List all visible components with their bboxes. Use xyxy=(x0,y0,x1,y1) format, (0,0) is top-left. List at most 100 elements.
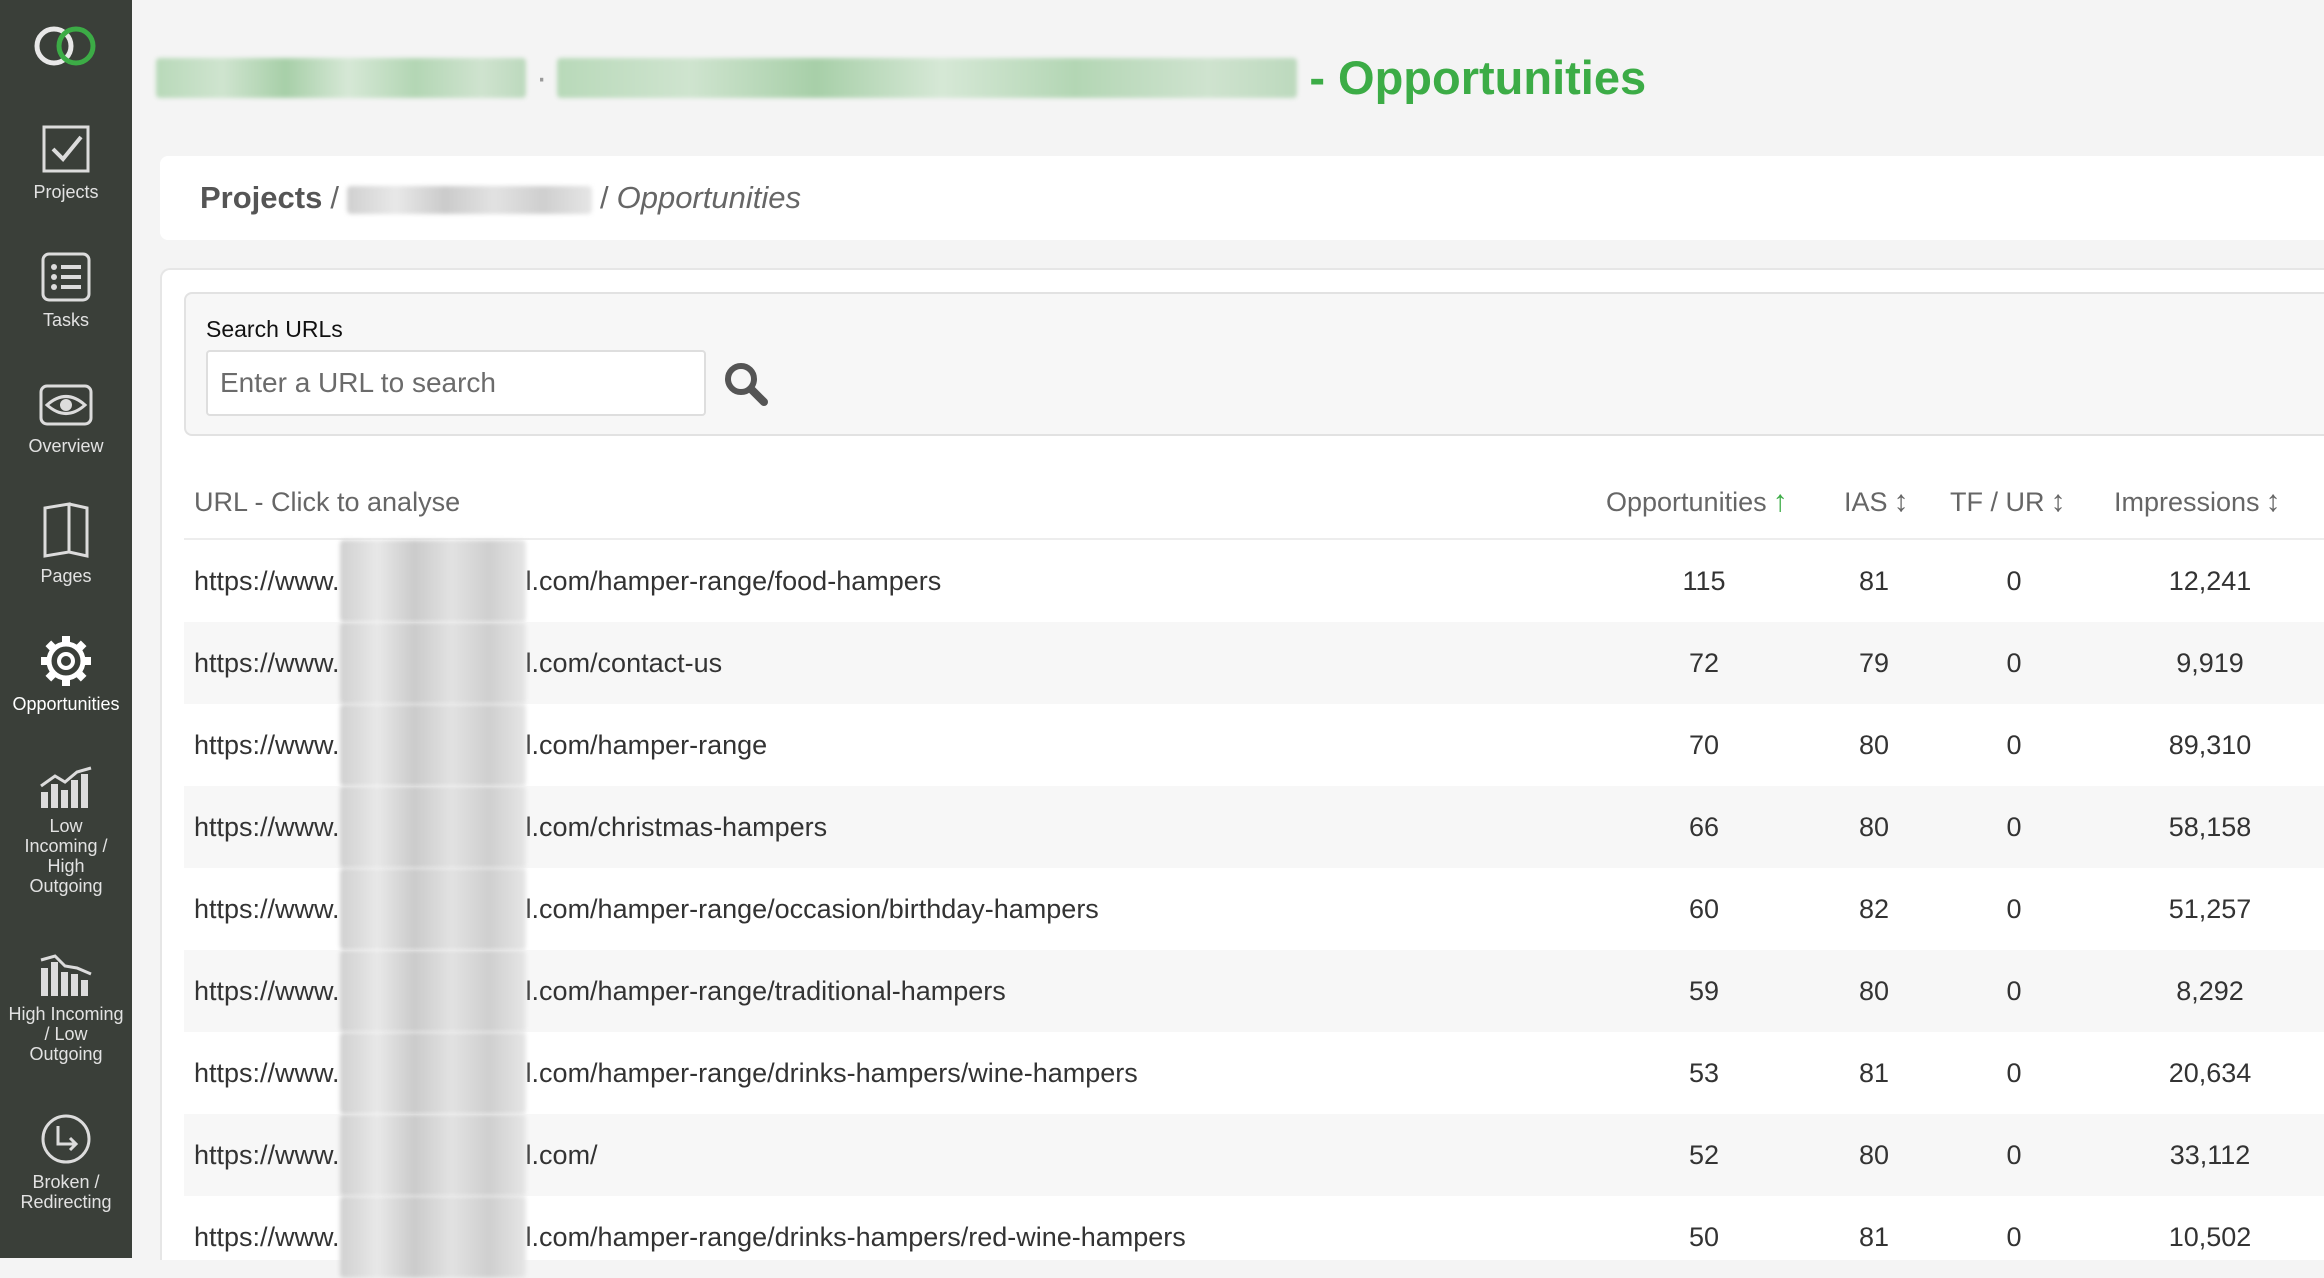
sidebar-item-label: Opportunities xyxy=(12,694,120,714)
url-link[interactable]: https://www. l.com/hamper-range/tradition… xyxy=(194,950,1006,1032)
sidebar-item-overview[interactable]: Overview xyxy=(0,380,132,456)
opportunities-cell: 59 xyxy=(1688,976,1720,1006)
table-row: https://www. l.com/hamper-range 70 80 0 8… xyxy=(184,704,2324,786)
search-icon[interactable] xyxy=(722,360,768,406)
sidebar-item-label: Projects xyxy=(33,182,99,202)
sidebar-item-label: Pages xyxy=(40,566,92,586)
url-path: l.com/christmas-hampers xyxy=(525,812,828,842)
breadcrumb-project-link[interactable] xyxy=(346,185,592,214)
tf-ur-cell: 0 xyxy=(2006,1140,2022,1170)
opportunities-cell: 72 xyxy=(1688,648,1720,678)
impressions-cell: 12,241 xyxy=(2168,566,2252,596)
sidebar-item-tasks[interactable]: Tasks xyxy=(0,250,132,330)
infinity-logo-icon[interactable] xyxy=(28,18,104,74)
table-header: URL - Click to analyse Opportunities ↑ IA… xyxy=(184,466,2324,540)
column-header-tf-ur[interactable]: TF / UR ↕ xyxy=(1950,466,2066,538)
redacted-domain xyxy=(339,950,526,1032)
url-prefix: https://www. xyxy=(194,1058,340,1088)
url-prefix: https://www. xyxy=(194,730,340,760)
search-panel: Search URLs xyxy=(184,292,2324,436)
tf-ur-cell: 0 xyxy=(2006,1058,2022,1088)
column-header-ias[interactable]: IAS ↕ xyxy=(1844,466,1909,538)
pages-icon xyxy=(43,502,89,558)
table-row: https://www. l.com/hamper-range/tradition… xyxy=(184,950,2324,1032)
checkbox-icon xyxy=(42,125,90,173)
breadcrumb: Projects / / Opportunities xyxy=(160,156,2324,240)
tf-ur-cell: 0 xyxy=(2006,976,2022,1006)
sidebar-item-high-incoming-low-outgoing[interactable]: High Incoming / Low Outgoing xyxy=(0,954,132,1064)
sidebar-item-label: Low Incoming / High Outgoing xyxy=(24,816,108,896)
ias-cell: 81 xyxy=(1858,1058,1890,1088)
url-prefix: https://www. xyxy=(194,1222,340,1252)
url-path: l.com/hamper-range xyxy=(525,730,768,760)
opportunities-cell: 50 xyxy=(1688,1222,1720,1252)
bar-chart-icon xyxy=(40,766,92,808)
url-path: l.com/hamper-range/food-hampers xyxy=(525,566,942,596)
ias-cell: 80 xyxy=(1858,812,1890,842)
url-link[interactable]: https://www. l.com/hamper-range/drinks-ha… xyxy=(194,1196,1186,1278)
tf-ur-cell: 0 xyxy=(2006,730,2022,760)
list-icon xyxy=(41,252,91,302)
redacted-project-url xyxy=(557,57,1298,98)
url-prefix: https://www. xyxy=(194,648,340,678)
impressions-cell: 58,158 xyxy=(2168,812,2252,842)
sidebar: Projects Tasks Overview Pages Opportunit… xyxy=(0,0,132,1258)
table-row: https://www. l.com/hamper-range/drinks-ha… xyxy=(184,1196,2324,1278)
url-link[interactable]: https://www. l.com/hamper-range/occasion/… xyxy=(194,868,1099,950)
tf-ur-cell: 0 xyxy=(2006,1222,2022,1252)
opportunities-cell: 53 xyxy=(1688,1058,1720,1088)
column-header-opportunities[interactable]: Opportunities ↑ xyxy=(1606,466,1788,538)
impressions-cell: 10,502 xyxy=(2168,1222,2252,1252)
url-path: l.com/hamper-range/drinks-hampers/red-wi… xyxy=(525,1222,1186,1252)
url-path: l.com/hamper-range/drinks-hampers/wine-h… xyxy=(525,1058,1138,1088)
impressions-cell: 20,634 xyxy=(2168,1058,2252,1088)
table-row: https://www. l.com/christmas-hampers 66 8… xyxy=(184,786,2324,868)
url-path: l.com/contact-us xyxy=(525,648,723,678)
url-prefix: https://www. xyxy=(194,566,340,596)
redacted-domain xyxy=(339,786,526,868)
opportunities-cell: 52 xyxy=(1688,1140,1720,1170)
sidebar-item-low-incoming-high-outgoing[interactable]: Low Incoming / High Outgoing xyxy=(0,766,132,896)
table-row: https://www. l.com/hamper-range/drinks-ha… xyxy=(184,1032,2324,1114)
redacted-project-name xyxy=(156,57,526,98)
ias-cell: 80 xyxy=(1858,730,1890,760)
breadcrumb-separator: / xyxy=(599,180,609,215)
url-link[interactable]: https://www. l.com/contact-us xyxy=(194,622,722,704)
column-label: Opportunities xyxy=(1606,487,1767,517)
table-row: https://www. l.com/hamper-range/food-hamp… xyxy=(184,540,2324,622)
breadcrumb-current: Opportunities xyxy=(616,180,801,215)
page-title: · - Opportunities xyxy=(156,44,1646,104)
table-row: https://www. l.com/contact-us 72 79 0 9,9… xyxy=(184,622,2324,704)
url-prefix: https://www. xyxy=(194,976,340,1006)
tf-ur-cell: 0 xyxy=(2006,648,2022,678)
search-input[interactable] xyxy=(206,350,706,416)
impressions-cell: 33,112 xyxy=(2169,1140,2251,1170)
url-link[interactable]: https://www. l.com/christmas-hampers xyxy=(194,786,827,868)
sidebar-item-opportunities[interactable]: Opportunities xyxy=(0,634,132,714)
sidebar-item-projects[interactable]: Projects xyxy=(0,122,132,202)
tf-ur-cell: 0 xyxy=(2006,566,2022,596)
sidebar-item-label: Overview xyxy=(28,436,104,456)
url-link[interactable]: https://www. l.com/hamper-range xyxy=(194,704,767,786)
impressions-cell: 9,919 xyxy=(2176,648,2244,678)
url-link[interactable]: https://www. l.com/ xyxy=(194,1114,598,1196)
sort-icon: ↕ xyxy=(2265,485,2281,518)
opportunities-cell: 115 xyxy=(1682,566,1726,596)
url-link[interactable]: https://www. l.com/hamper-range/food-hamp… xyxy=(194,540,941,622)
breadcrumb-projects-link[interactable]: Projects xyxy=(200,180,322,215)
sidebar-item-pages[interactable]: Pages xyxy=(0,500,132,586)
opportunities-cell: 60 xyxy=(1688,894,1720,924)
table-row: https://www. l.com/hamper-range/occasion/… xyxy=(184,868,2324,950)
redacted-domain xyxy=(339,540,526,622)
eye-icon xyxy=(39,384,93,426)
url-path: l.com/ xyxy=(525,1140,598,1170)
column-label: TF / UR xyxy=(1950,487,2045,517)
sidebar-item-broken-redirecting[interactable]: Broken / Redirecting xyxy=(0,1112,132,1212)
ias-cell: 79 xyxy=(1858,648,1890,678)
opportunities-card: Search URLs URL - Click to analyse Oppor… xyxy=(160,268,2324,1278)
url-prefix: https://www. xyxy=(194,812,340,842)
url-link[interactable]: https://www. l.com/hamper-range/drinks-ha… xyxy=(194,1032,1138,1114)
ias-cell: 81 xyxy=(1858,1222,1890,1252)
impressions-cell: 51,257 xyxy=(2168,894,2252,924)
column-header-impressions[interactable]: Impressions ↕ xyxy=(2114,466,2281,538)
